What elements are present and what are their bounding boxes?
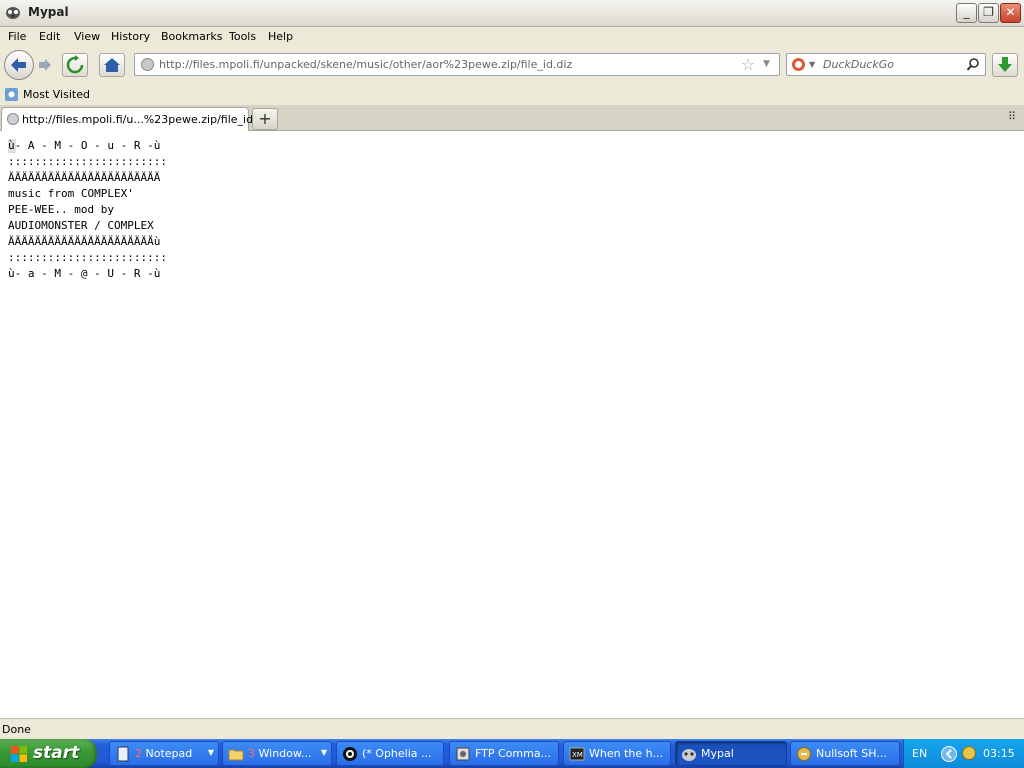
new-tab-button[interactable]: + xyxy=(252,108,278,130)
home-icon xyxy=(104,58,120,72)
taskbar-item-when-the[interactable]: XM When the h... xyxy=(563,741,671,766)
menu-history[interactable]: History xyxy=(111,30,150,43)
bookmark-star-icon[interactable]: ☆ xyxy=(741,55,755,74)
task-label: Notepad xyxy=(145,747,193,760)
tab-label: http://files.mpoli.fi/u...%23pewe.zip/fi… xyxy=(22,113,273,126)
menu-view[interactable]: View xyxy=(74,30,100,43)
downloads-button[interactable] xyxy=(992,53,1018,77)
mypal-app-icon xyxy=(6,7,20,19)
svg-text:XM: XM xyxy=(572,751,583,759)
menu-tools[interactable]: Tools xyxy=(229,30,256,43)
forward-arrow-icon[interactable] xyxy=(35,55,55,75)
tab-strip: http://files.mpoli.fi/u...%23pewe.zip/fi… xyxy=(0,105,1024,131)
restore-icon: ❐ xyxy=(983,5,994,19)
task-label: (* Ophelia ... xyxy=(362,747,432,760)
diz-text: ù- A - M - O - u - R -ù ::::::::::::::::… xyxy=(8,138,167,282)
diz-line: :::::::::::::::::::::::: xyxy=(8,155,167,168)
language-indicator[interactable]: EN xyxy=(912,747,927,760)
home-button[interactable] xyxy=(99,53,125,77)
ftp-icon xyxy=(456,747,470,761)
windows-logo-icon xyxy=(11,746,27,762)
status-bar: Done xyxy=(0,718,1024,740)
duckduckgo-icon[interactable] xyxy=(791,57,806,72)
task-label: Mypal xyxy=(701,747,734,760)
search-placeholder: DuckDuckGo xyxy=(823,58,894,71)
tray-collapse-icon[interactable] xyxy=(940,745,958,763)
diz-line: PEE-WEE.. mod by xyxy=(8,203,114,216)
xm-icon: XM xyxy=(569,747,585,761)
window-title: Mypal xyxy=(28,5,69,19)
most-visited-link[interactable]: Most Visited xyxy=(23,88,90,101)
task-count: 3 xyxy=(248,747,255,760)
close-button[interactable]: ✕ xyxy=(1000,3,1021,23)
bookmarks-toolbar: Most Visited xyxy=(0,84,1024,105)
taskbar-item-ftp[interactable]: FTP Comma... xyxy=(449,741,559,766)
menu-bookmarks[interactable]: Bookmarks xyxy=(161,30,222,43)
back-button[interactable] xyxy=(4,50,34,80)
task-label: Nullsoft SH... xyxy=(816,747,887,760)
navigation-toolbar: http://files.mpoli.fi/unpacked/skene/mus… xyxy=(0,47,1024,83)
tray-app-icon[interactable] xyxy=(961,745,977,761)
menu-bar: File Edit View History Bookmarks Tools H… xyxy=(0,27,1024,47)
search-engine-dropdown-icon[interactable]: ▼ xyxy=(809,60,815,69)
diz-line: ù- A - M - O - u - R -ù xyxy=(8,139,161,152)
menu-edit[interactable]: Edit xyxy=(39,30,60,43)
clock[interactable]: 03:15 xyxy=(983,747,1015,760)
page-globe-icon xyxy=(7,113,19,125)
plus-icon: + xyxy=(258,109,272,128)
diz-line: :::::::::::::::::::::::: xyxy=(8,251,167,264)
diz-line: ÄÄÄÄÄÄÄÄÄÄÄÄÄÄÄÄÄÄÄÄÄÄÄ xyxy=(8,171,161,184)
globe-icon xyxy=(141,58,154,71)
taskbar-item-notepad[interactable]: 2 Notepad ▼ xyxy=(109,741,219,766)
group-dropdown-icon: ▼ xyxy=(320,748,327,757)
taskbar-item-nullsoft[interactable]: Nullsoft SH... xyxy=(790,741,900,766)
task-label: When the h... xyxy=(589,747,664,760)
reload-icon xyxy=(66,55,84,74)
diz-line: ù- a - M - @ - U - R -ù xyxy=(8,267,161,280)
url-dropdown-icon[interactable]: ▼ xyxy=(763,59,770,69)
menu-help[interactable]: Help xyxy=(268,30,293,43)
search-icon[interactable] xyxy=(966,57,981,72)
url-text: http://files.mpoli.fi/unpacked/skene/mus… xyxy=(159,58,573,71)
taskbar-item-mypal[interactable]: Mypal xyxy=(675,741,787,766)
diz-line: AUDIOMONSTER / COMPLEX xyxy=(8,219,154,232)
task-label: FTP Comma... xyxy=(475,747,552,760)
reload-button[interactable] xyxy=(62,53,88,77)
notepad-icon xyxy=(117,746,129,762)
restore-button[interactable]: ❐ xyxy=(978,3,999,23)
mypal-icon xyxy=(682,749,696,761)
menu-file[interactable]: File xyxy=(8,30,26,43)
taskbar: start 2 Notepad ▼ 3 Window... ▼ (* Ophel… xyxy=(0,739,1024,768)
folder-icon xyxy=(228,749,244,761)
back-arrow-icon xyxy=(11,58,26,72)
tab-file-id-diz[interactable]: http://files.mpoli.fi/u...%23pewe.zip/fi… xyxy=(1,107,272,131)
diz-line: music from COMPLEX' xyxy=(8,187,134,200)
list-all-tabs-icon[interactable]: ⠿ xyxy=(1008,110,1016,123)
search-bar[interactable]: ▼ DuckDuckGo xyxy=(786,53,986,76)
page-content: ù- A - M - O - u - R -ù ::::::::::::::::… xyxy=(0,131,1024,718)
start-button[interactable]: start xyxy=(0,739,97,768)
start-label: start xyxy=(33,743,80,763)
player-icon xyxy=(343,747,357,761)
taskbar-item-ophelia[interactable]: (* Ophelia ... xyxy=(336,741,444,766)
url-bar[interactable]: http://files.mpoli.fi/unpacked/skene/mus… xyxy=(134,53,780,76)
status-text: Done xyxy=(2,723,31,736)
close-icon: ✕ xyxy=(1005,5,1016,19)
installer-icon xyxy=(797,747,811,761)
minimize-icon: _ xyxy=(963,5,970,19)
task-count: 2 xyxy=(135,747,142,760)
download-arrow-icon xyxy=(998,57,1012,72)
title-bar[interactable]: Mypal _ ❐ ✕ xyxy=(0,0,1024,27)
task-label: Window... xyxy=(258,747,312,760)
group-dropdown-icon: ▼ xyxy=(207,748,214,757)
taskbar-item-windows[interactable]: 3 Window... ▼ xyxy=(222,741,332,766)
system-tray: EN 03:15 xyxy=(903,739,1024,768)
minimize-button[interactable]: _ xyxy=(956,3,977,23)
most-visited-icon xyxy=(5,88,18,101)
diz-line: ÄÄÄÄÄÄÄÄÄÄÄÄÄÄÄÄÄÄÄÄÄÄù xyxy=(8,235,161,248)
